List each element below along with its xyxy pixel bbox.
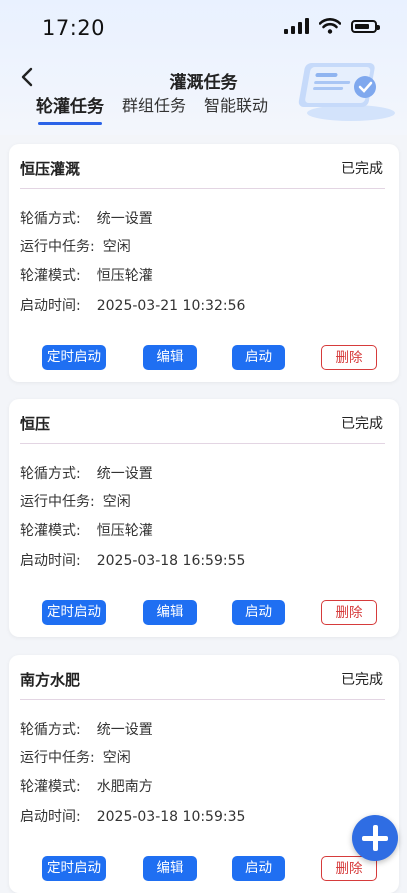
wifi-icon — [319, 18, 341, 34]
signal-icon — [284, 18, 309, 34]
running-label: 运行中任务: — [20, 239, 95, 255]
edit-button[interactable]: 编辑 — [143, 856, 197, 881]
task-card: 恒压 已完成 轮循方式: 统一设置 运行中任务: 空闲 轮灌模式: 恒压轮灌 启动时间… — [9, 399, 399, 637]
edit-button[interactable]: 编辑 — [143, 600, 197, 625]
divider — [20, 188, 385, 189]
running-value: 空闲 — [102, 239, 131, 255]
irrigation-mode-label: 轮灌模式: — [20, 779, 81, 795]
mode-label: 轮循方式: — [20, 211, 81, 227]
mode-label: 轮循方式: — [20, 466, 81, 482]
delete-button[interactable]: 删除 — [321, 345, 377, 370]
delete-button[interactable]: 删除 — [321, 600, 377, 625]
start-time-label: 启动时间: — [20, 553, 81, 569]
task-status: 已完成 — [341, 416, 383, 432]
start-time-label: 启动时间: — [20, 298, 81, 314]
task-name: 恒压灌溉 — [20, 160, 81, 178]
task-name: 恒压 — [20, 415, 51, 433]
start-button[interactable]: 启动 — [232, 856, 285, 881]
irrigation-mode-label: 轮灌模式: — [20, 268, 81, 284]
task-status: 已完成 — [341, 161, 383, 177]
task-card: 南方水肥 已完成 轮循方式: 统一设置 运行中任务: 空闲 轮灌模式: 水肥南方 启动… — [9, 655, 399, 893]
divider — [20, 699, 385, 700]
edit-button[interactable]: 编辑 — [143, 345, 197, 370]
task-card: 恒压灌溉 已完成 轮循方式: 统一设置 运行中任务: 空闲 轮灌模式: 恒压轮灌 启动… — [9, 144, 399, 382]
start-time-value: 2025-03-18 10:59:35 — [96, 809, 246, 825]
irrigation-mode-value: 恒压轮灌 — [96, 523, 153, 539]
timed-start-button[interactable]: 定时启动 — [42, 600, 106, 625]
divider — [20, 443, 385, 444]
timed-start-button[interactable]: 定时启动 — [42, 345, 106, 370]
irrigation-mode-label: 轮灌模式: — [20, 523, 81, 539]
start-button[interactable]: 启动 — [232, 600, 285, 625]
timed-start-button[interactable]: 定时启动 — [42, 856, 106, 881]
start-time-label: 启动时间: — [20, 809, 81, 825]
status-time: 17:20 — [42, 16, 106, 40]
mode-value: 统一设置 — [96, 722, 153, 738]
task-illustration-icon — [298, 63, 395, 121]
irrigation-mode-value: 恒压轮灌 — [96, 268, 153, 284]
start-time-value: 2025-03-18 16:59:55 — [96, 553, 246, 569]
mode-value: 统一设置 — [96, 466, 153, 482]
status-bar: 17:20 — [0, 0, 407, 56]
status-icons — [284, 18, 380, 34]
task-name: 南方水肥 — [20, 671, 81, 689]
mode-value: 统一设置 — [96, 211, 153, 227]
running-value: 空闲 — [102, 750, 131, 766]
running-label: 运行中任务: — [20, 494, 95, 510]
tab-bar: 轮灌任务 群组任务 智能联动 — [36, 92, 268, 125]
running-value: 空闲 — [102, 494, 131, 510]
tab-group-tasks[interactable]: 群组任务 — [122, 92, 186, 117]
tab-rotation-tasks[interactable]: 轮灌任务 — [36, 92, 104, 125]
task-status: 已完成 — [341, 672, 383, 688]
mode-label: 轮循方式: — [20, 722, 81, 738]
add-task-plus-icon[interactable] — [352, 815, 398, 861]
irrigation-mode-value: 水肥南方 — [96, 779, 153, 795]
battery-icon — [351, 19, 380, 33]
start-time-value: 2025-03-21 10:32:56 — [96, 298, 246, 314]
tab-smart-linkage[interactable]: 智能联动 — [204, 92, 268, 117]
running-label: 运行中任务: — [20, 750, 95, 766]
start-button[interactable]: 启动 — [232, 345, 285, 370]
